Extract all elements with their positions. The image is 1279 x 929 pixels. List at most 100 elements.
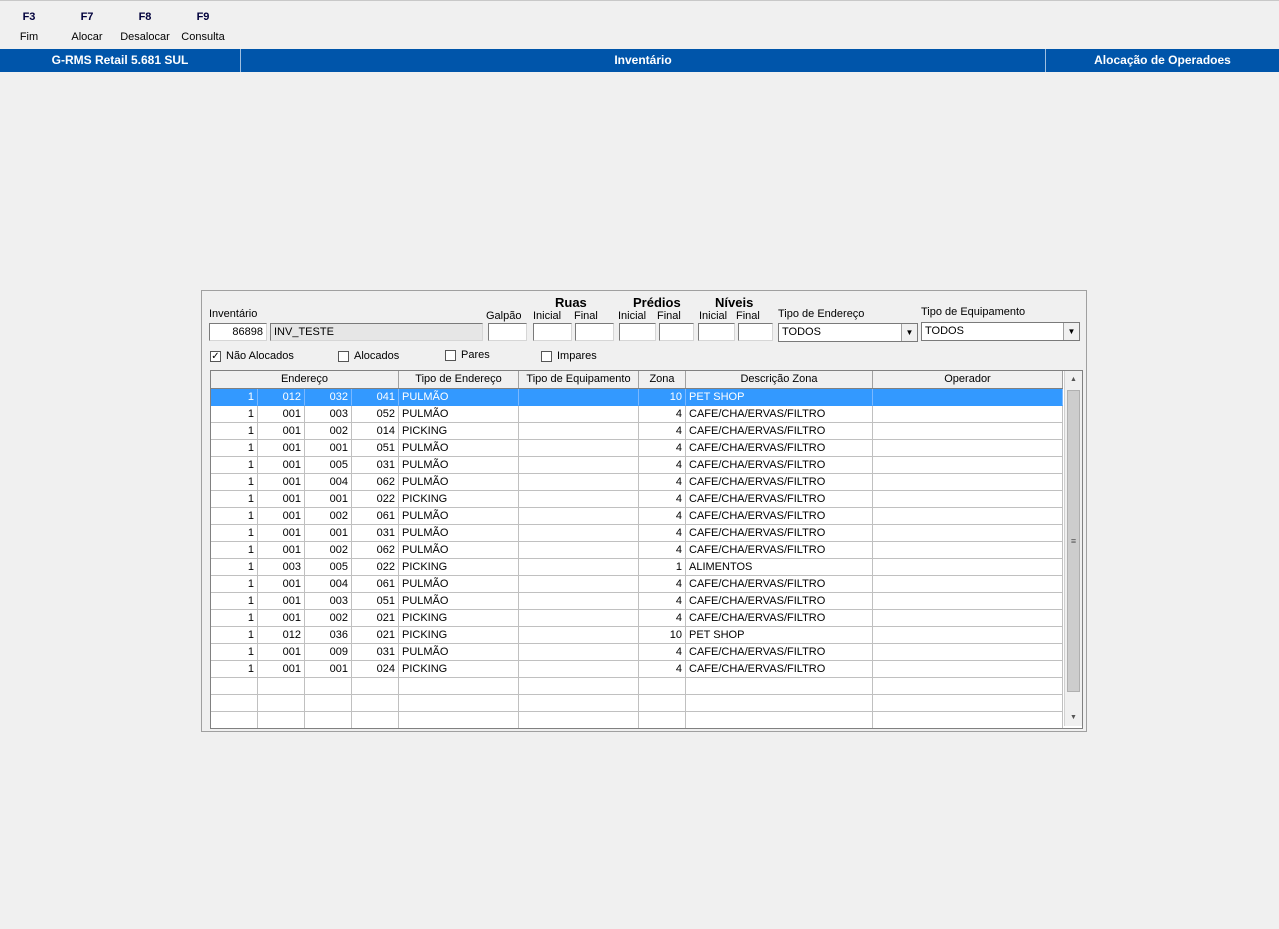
cell-galpao[interactable] [211,712,258,728]
cell-operador[interactable] [873,627,1063,644]
cell-rua[interactable]: 012 [258,627,305,644]
cell-galpao[interactable]: 1 [211,423,258,440]
cell-descricao-zona[interactable]: CAFE/CHA/ERVAS/FILTRO [686,525,873,542]
cell-descricao-zona[interactable] [686,712,873,728]
cell-descricao-zona[interactable]: ALIMENTOS [686,559,873,576]
cell-zona[interactable] [639,712,686,728]
cell-operador[interactable] [873,389,1063,406]
cell-nivel[interactable]: 031 [352,457,399,474]
cell-descricao-zona[interactable]: CAFE/CHA/ERVAS/FILTRO [686,661,873,678]
cell-tipo-equipamento[interactable] [519,491,639,508]
predios-inicial-field[interactable] [619,323,656,341]
cell-rua[interactable]: 001 [258,423,305,440]
cell-predio[interactable]: 002 [305,423,352,440]
cell-tipo-endereco[interactable]: PULMÃO [399,593,519,610]
cell-galpao[interactable]: 1 [211,389,258,406]
cell-operador[interactable] [873,491,1063,508]
cell-tipo-equipamento[interactable] [519,559,639,576]
cell-operador[interactable] [873,644,1063,661]
cell-tipo-endereco[interactable]: PULMÃO [399,525,519,542]
cell-nivel[interactable]: 051 [352,593,399,610]
cell-predio[interactable]: 003 [305,593,352,610]
cell-galpao[interactable]: 1 [211,593,258,610]
cell-tipo-endereco[interactable]: PICKING [399,491,519,508]
cell-tipo-endereco[interactable]: PICKING [399,423,519,440]
cell-tipo-equipamento[interactable] [519,525,639,542]
cell-rua[interactable]: 001 [258,610,305,627]
cell-galpao[interactable]: 1 [211,491,258,508]
cell-operador[interactable] [873,661,1063,678]
table-row[interactable]: 1 003 005 022 PICKING 1 ALIMENTOS [211,559,1063,576]
arrow-up-icon[interactable]: ▲ [1065,371,1082,388]
cell-zona[interactable]: 4 [639,593,686,610]
galpao-field[interactable] [488,323,527,341]
cell-operador[interactable] [873,542,1063,559]
cell-operador[interactable] [873,525,1063,542]
cell-nivel[interactable]: 021 [352,627,399,644]
cell-nivel[interactable]: 024 [352,661,399,678]
cell-predio[interactable]: 005 [305,559,352,576]
cell-tipo-equipamento[interactable] [519,423,639,440]
cell-predio[interactable]: 003 [305,406,352,423]
cell-operador[interactable] [873,508,1063,525]
alocados-checkbox[interactable]: Alocados [338,350,399,362]
cell-rua[interactable]: 001 [258,542,305,559]
cell-zona[interactable]: 4 [639,457,686,474]
cell-zona[interactable]: 4 [639,576,686,593]
cell-predio[interactable]: 002 [305,508,352,525]
table-row[interactable]: 1 001 005 031 PULMÃO 4 CAFE/CHA/ERVAS/FILTRO [211,457,1063,474]
column-endereco[interactable]: Endereço [211,371,399,388]
cell-tipo-endereco[interactable]: PULMÃO [399,389,519,406]
cell-rua[interactable]: 001 [258,593,305,610]
cell-zona[interactable]: 4 [639,644,686,661]
table-row[interactable]: 1 001 004 061 PULMÃO 4 CAFE/CHA/ERVAS/FILTRO [211,576,1063,593]
cell-zona[interactable]: 4 [639,525,686,542]
cell-predio[interactable] [305,695,352,712]
cell-tipo-equipamento[interactable] [519,474,639,491]
cell-rua[interactable]: 012 [258,389,305,406]
cell-descricao-zona[interactable]: PET SHOP [686,389,873,406]
table-row[interactable]: 1 001 001 031 PULMÃO 4 CAFE/CHA/ERVAS/FILTRO [211,525,1063,542]
cell-nivel[interactable]: 041 [352,389,399,406]
impares-checkbox[interactable]: Impares [541,350,597,362]
cell-rua[interactable]: 001 [258,474,305,491]
cell-predio[interactable]: 001 [305,440,352,457]
cell-nivel[interactable] [352,712,399,728]
table-row[interactable] [211,678,1063,695]
cell-galpao[interactable]: 1 [211,542,258,559]
cell-nivel[interactable]: 014 [352,423,399,440]
cell-predio[interactable]: 002 [305,542,352,559]
cell-galpao[interactable]: 1 [211,440,258,457]
cell-galpao[interactable]: 1 [211,559,258,576]
chevron-down-icon[interactable]: ▼ [1063,323,1079,340]
column-zona[interactable]: Zona [639,371,686,388]
cell-predio[interactable]: 032 [305,389,352,406]
cell-zona[interactable]: 4 [639,406,686,423]
cell-tipo-equipamento[interactable] [519,389,639,406]
cell-operador[interactable] [873,440,1063,457]
cell-galpao[interactable] [211,695,258,712]
nao-alocados-checkbox[interactable]: ✓ Não Alocados [210,350,294,362]
table-row[interactable]: 1 012 032 041 PULMÃO 10 PET SHOP [211,389,1063,406]
cell-rua[interactable] [258,695,305,712]
cell-tipo-endereco[interactable] [399,695,519,712]
cell-tipo-endereco[interactable]: PULMÃO [399,474,519,491]
cell-operador[interactable] [873,610,1063,627]
cell-galpao[interactable]: 1 [211,576,258,593]
table-row[interactable]: 1 012 036 021 PICKING 10 PET SHOP [211,627,1063,644]
cell-nivel[interactable]: 021 [352,610,399,627]
cell-galpao[interactable]: 1 [211,661,258,678]
column-tipo-endereco[interactable]: Tipo de Endereço [399,371,519,388]
consulta-button[interactable]: F9 Consulta [178,10,228,44]
pares-checkbox[interactable]: Pares [445,349,490,361]
cell-tipo-endereco[interactable]: PICKING [399,661,519,678]
cell-galpao[interactable]: 1 [211,627,258,644]
cell-zona[interactable]: 4 [639,474,686,491]
cell-descricao-zona[interactable]: CAFE/CHA/ERVAS/FILTRO [686,542,873,559]
cell-rua[interactable]: 001 [258,440,305,457]
cell-nivel[interactable]: 051 [352,440,399,457]
tipo-endereco-select[interactable]: TODOS ▼ [778,323,918,342]
cell-tipo-endereco[interactable]: PICKING [399,559,519,576]
cell-descricao-zona[interactable] [686,678,873,695]
cell-descricao-zona[interactable]: CAFE/CHA/ERVAS/FILTRO [686,576,873,593]
